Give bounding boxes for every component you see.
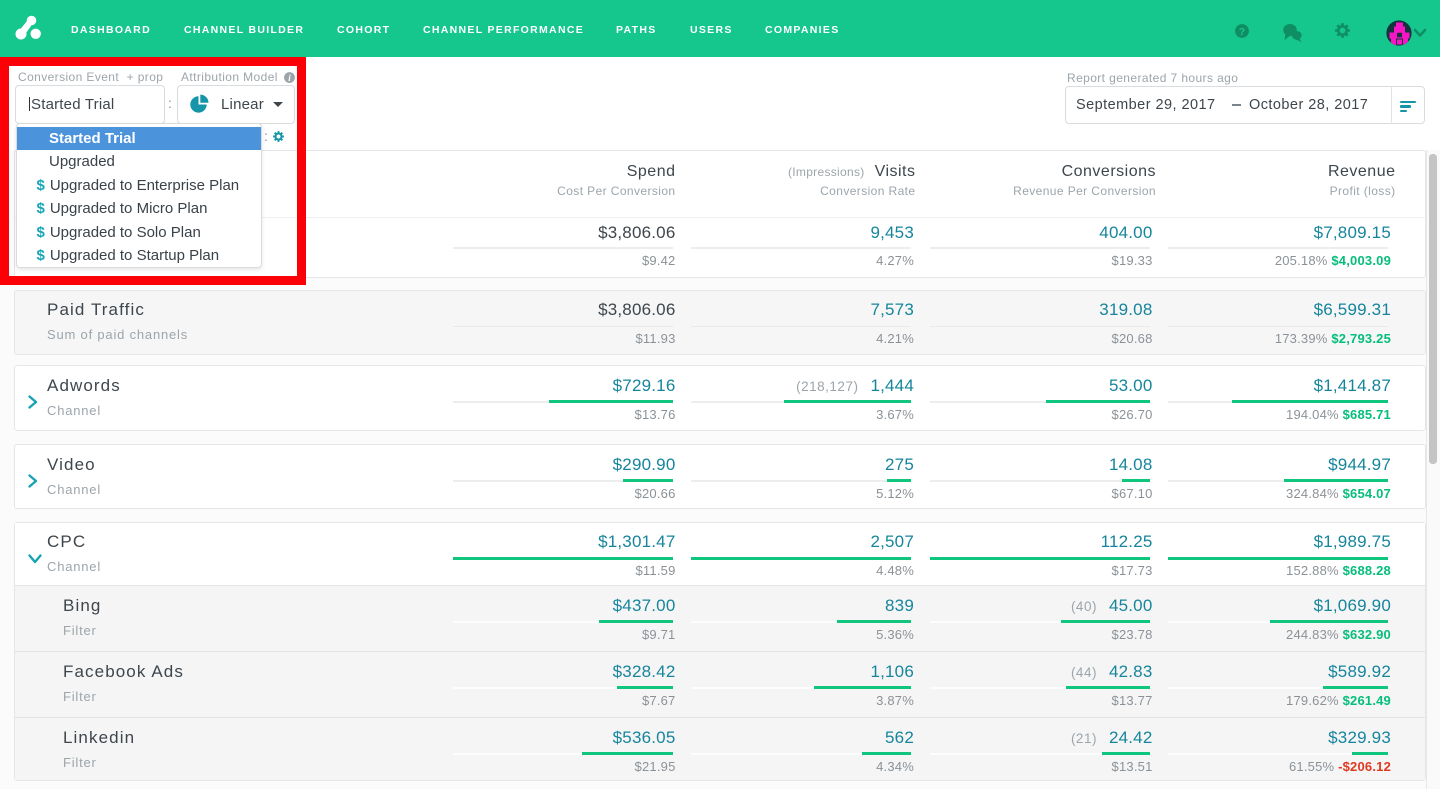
svg-text:?: ? xyxy=(1239,26,1245,38)
